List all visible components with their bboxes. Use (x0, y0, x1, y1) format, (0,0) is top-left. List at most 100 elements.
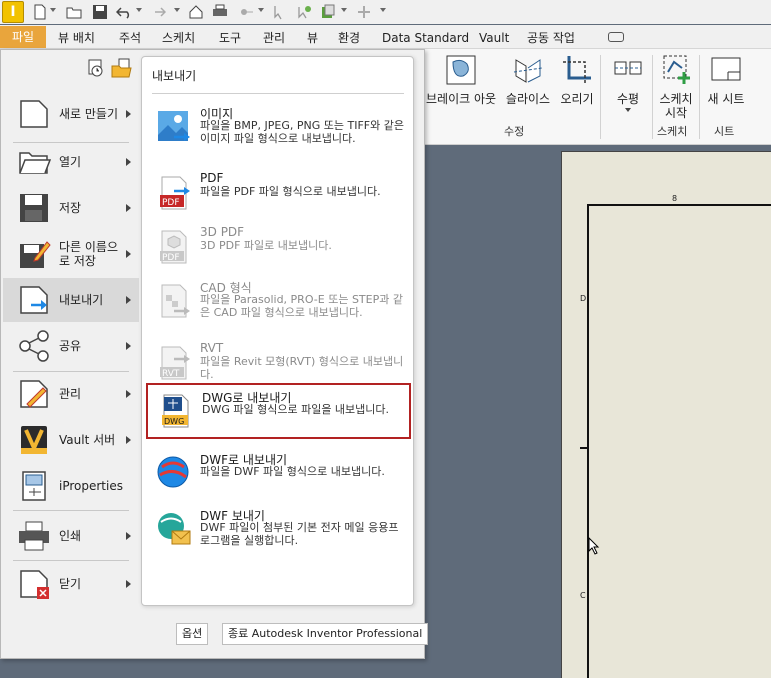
file-menu-commands: 새로 만들기 열기 저장 다른 이름으로 저장 내보내기 공유 관리 Vault… (1, 50, 141, 660)
menu-item-iproperties[interactable]: iProperties (3, 464, 139, 508)
undo-icon[interactable] (116, 4, 132, 20)
menu-item-save-as[interactable]: 다른 이름으로 저장 (3, 232, 139, 276)
chevron-down-icon[interactable] (341, 8, 347, 12)
start-sketch-label: 스케치 시작 (659, 92, 693, 120)
menu-item-print[interactable]: 인쇄 (3, 514, 139, 558)
chevron-down-icon[interactable] (258, 8, 264, 12)
image-export-icon (158, 111, 190, 141)
menu-item-save[interactable]: 저장 (3, 186, 139, 230)
tab-file[interactable]: 파일 (0, 26, 46, 48)
start-sketch-icon (663, 55, 690, 84)
chevron-right-icon (126, 204, 131, 212)
new-sheet-label: 새 시트 (707, 92, 745, 106)
select-icon[interactable] (272, 4, 288, 20)
horizontal-align-icon (614, 61, 642, 75)
horizontal-button[interactable]: 수평 (608, 49, 648, 114)
options-button[interactable]: 옵션 (176, 623, 209, 645)
ribbon-toggle-icon[interactable] (608, 32, 624, 42)
chevron-down-icon[interactable] (136, 8, 142, 12)
tab-vault[interactable]: Vault (477, 28, 511, 48)
export-3d-pdf-item[interactable]: PDF 3D PDF 3D PDF 파일로 내보냅니다. (146, 221, 411, 277)
chevron-right-icon (126, 158, 131, 166)
export-item-title: RVT (200, 341, 224, 355)
open-folder-icon[interactable] (66, 4, 82, 20)
export-item-description: 파일을 Revit 모형(RVT) 형식으로 내보냅니다. (200, 355, 404, 381)
drawing-border (587, 204, 771, 678)
menu-item-export[interactable]: 내보내기 (3, 278, 139, 322)
tab-annotate[interactable]: 주석 (117, 28, 143, 48)
export-item-description: 파일을 PDF 파일 형식으로 내보냅니다. (200, 185, 381, 198)
chevron-right-icon (126, 250, 131, 258)
send-dwf-icon (158, 513, 191, 545)
horizontal-label: 수평 (616, 92, 640, 106)
dwf-export-icon (157, 456, 189, 488)
send-dwf-item[interactable]: DWF 보내기 DWF 파일이 첨부된 기본 전자 메일 응용프로그램을 실행합… (146, 503, 411, 559)
new-sheet-button[interactable]: 새 시트 (704, 49, 748, 106)
save-as-icon (20, 241, 51, 268)
print-icon (19, 521, 49, 551)
ribbon-separator (699, 55, 700, 139)
menu-item-label: 관리 (59, 387, 82, 401)
chevron-right-icon (126, 532, 131, 540)
svg-text:PDF: PDF (162, 198, 180, 208)
tab-environments[interactable]: 환경 (336, 28, 362, 48)
tab-collaborate[interactable]: 공동 작업 (525, 28, 577, 48)
menu-item-label: iProperties (59, 479, 123, 493)
plus-icon[interactable] (356, 4, 372, 20)
tab-sketch[interactable]: 스케치 (160, 28, 197, 48)
tab-data-standard[interactable]: Data Standard (380, 28, 471, 48)
inventor-app-icon[interactable]: I (2, 1, 24, 23)
print-icon[interactable] (212, 4, 228, 20)
export-dwg-item[interactable]: DWG DWG로 내보내기 DWG 파일 형식으로 파일을 내보냅니다. (146, 383, 411, 439)
slice-button[interactable]: 슬라이스 (500, 49, 556, 106)
measure-icon[interactable] (238, 4, 254, 20)
exit-inventor-button[interactable]: 종료 Autodesk Inventor Professional (222, 623, 429, 645)
menu-item-share[interactable]: 공유 (3, 324, 139, 368)
export-dwf-item[interactable]: DWF로 내보내기 파일을 DWF 파일 형식으로 내보냅니다. (146, 447, 411, 503)
menu-item-label: 저장 (59, 201, 82, 215)
tab-tools[interactable]: 도구 (217, 28, 243, 48)
ribbon-tab-bar: 파일 뷰 배치 주석 스케치 도구 관리 뷰 환경 Data Standard … (0, 25, 771, 49)
menu-item-manage[interactable]: 관리 (3, 372, 139, 416)
menu-item-new[interactable]: 새로 만들기 (3, 92, 139, 136)
chevron-down-icon[interactable] (380, 8, 386, 12)
break-out-button[interactable]: 브레이크 아웃 (426, 49, 496, 106)
save-icon[interactable] (92, 4, 108, 20)
crop-button[interactable]: 오리기 (558, 49, 596, 106)
new-file-icon[interactable] (32, 4, 48, 20)
chevron-right-icon (126, 390, 131, 398)
start-sketch-button[interactable]: 스케치 시작 (656, 49, 696, 120)
slice-icon (513, 59, 543, 83)
menu-item-open[interactable]: 열기 (3, 140, 139, 184)
chevron-right-icon (126, 296, 131, 304)
menu-item-close[interactable]: 닫기 (3, 562, 139, 606)
update-icon[interactable] (296, 4, 312, 20)
redo-icon[interactable] (150, 4, 166, 20)
tab-view-layout[interactable]: 뷰 배치 (56, 28, 97, 48)
menu-item-label: 새로 만들기 (59, 107, 119, 121)
export-item-description: 3D PDF 파일로 내보냅니다. (200, 239, 332, 252)
export-item-description: DWF 파일이 첨부된 기본 전자 메일 응용프로그램을 실행합니다. (200, 521, 399, 547)
zone-label-d: D (580, 294, 587, 303)
new-sheet-icon (711, 57, 741, 81)
export-cad-format-item[interactable]: CAD 형식 파일을 Parasolid, PRO-E 또는 STEP과 같은 … (146, 275, 411, 331)
material-icon[interactable] (320, 4, 336, 20)
rvt-export-icon: RVT (160, 346, 190, 380)
menu-item-vault-server[interactable]: Vault 서버 (3, 418, 139, 462)
svg-text:PDF: PDF (162, 253, 180, 263)
chevron-down-icon[interactable] (174, 8, 180, 12)
group-label-modify: 수정 (504, 125, 525, 138)
break-out-label: 브레이크 아웃 (426, 92, 497, 106)
chevron-right-icon (126, 342, 131, 350)
chevron-down-icon[interactable] (625, 108, 631, 112)
export-image-item[interactable]: 이미지 파일을 BMP, JPEG, PNG 또는 TIFF와 같은 이미지 파… (146, 101, 411, 157)
export-pdf-item[interactable]: PDF PDF 파일을 PDF 파일 형식으로 내보냅니다. (146, 167, 411, 223)
chevron-down-icon[interactable] (50, 8, 56, 12)
menu-item-label: 열기 (59, 155, 82, 169)
home-icon[interactable] (188, 4, 204, 20)
ribbon-separator (652, 55, 653, 139)
chevron-right-icon (126, 580, 131, 588)
tab-view[interactable]: 뷰 (305, 28, 320, 48)
group-label-sketch: 스케치 (657, 125, 688, 138)
tab-manage[interactable]: 관리 (261, 28, 287, 48)
